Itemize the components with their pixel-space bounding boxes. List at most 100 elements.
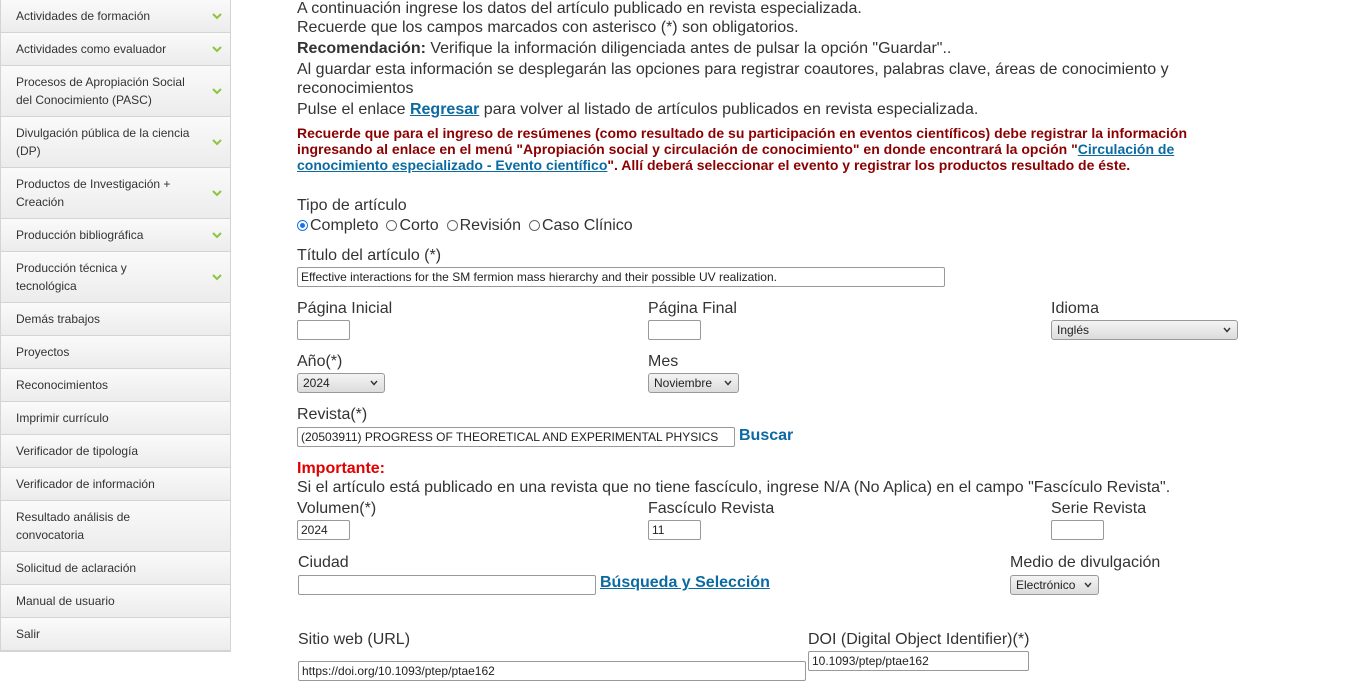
sidebar-item[interactable]: Manual de usuario: [1, 585, 230, 618]
anio-select[interactable]: 2024: [297, 373, 385, 393]
sidebar-item[interactable]: Salir: [1, 618, 230, 651]
sidebar-item[interactable]: Proyectos: [1, 336, 230, 369]
warning-text-post: ". Allí deberá seleccionar el evento y r…: [607, 157, 1131, 173]
chevron-down-icon: [212, 139, 222, 146]
regresar-link[interactable]: Regresar: [410, 101, 479, 118]
idioma-value: Inglés: [1057, 323, 1090, 337]
chevron-down-icon: [1223, 327, 1231, 333]
chevron-down-icon: [212, 274, 222, 281]
recommendation-text: Verifique la información diligenciada an…: [425, 40, 952, 57]
sidebar-item[interactable]: Producción técnica y tecnológica: [1, 252, 230, 303]
anio-label: Año(*): [297, 353, 343, 370]
sidebar-item-label: Solicitud de aclaración: [16, 561, 137, 575]
idioma-select[interactable]: Inglés: [1051, 320, 1238, 340]
radio-button[interactable]: [446, 220, 458, 231]
chevron-down-icon: [212, 190, 222, 197]
sidebar-item[interactable]: Actividades como evaluador: [1, 33, 230, 66]
sitio-web-label: Sitio web (URL): [298, 631, 411, 648]
chevron-down-icon: [1084, 582, 1092, 588]
ciudad-label: Ciudad: [298, 554, 349, 571]
sidebar-item-label: Manual de usuario: [16, 594, 115, 608]
sidebar-item-label: Actividades como evaluador: [16, 42, 167, 56]
radio-button[interactable]: [297, 220, 308, 231]
tipo-option-label: Revisión: [459, 217, 521, 234]
tipo-option[interactable]: Revisión: [446, 217, 521, 234]
chevron-down-icon: [212, 88, 222, 95]
sidebar-item[interactable]: Actividades de formación: [1, 0, 230, 33]
sidebar-item[interactable]: Productos de Investigación + Creación: [1, 168, 230, 219]
intro-line-5-pre: Pulse el enlace: [297, 101, 410, 118]
tipo-option-label: Corto: [399, 217, 439, 234]
sitio-web-input[interactable]: https://doi.org/10.1093/ptep/ptae162: [298, 661, 806, 681]
radio-button[interactable]: [386, 220, 398, 231]
busqueda-seleccion-link[interactable]: Búsqueda y Selección: [600, 574, 770, 592]
importante-text: Si el artículo está publicado en una rev…: [297, 479, 1171, 496]
tipo-option[interactable]: Completo: [297, 217, 378, 234]
sidebar-item[interactable]: Demás trabajos: [1, 303, 230, 336]
sidebar-item-label: Proyectos: [16, 345, 70, 359]
chevron-down-icon: [212, 46, 222, 53]
sidebar-item-label: Reconocimientos: [16, 378, 109, 392]
sidebar-item[interactable]: Resultado análisis de convocatoria: [1, 501, 230, 552]
revista-input[interactable]: (20503911) PROGRESS OF THEORETICAL AND E…: [297, 427, 735, 447]
sidebar-item-label: Divulgación pública de la ciencia (DP): [16, 126, 190, 158]
intro-line-2: Recuerde que los campos marcados con ast…: [297, 19, 799, 36]
sidebar-item-label: Verificador de tipología: [16, 444, 139, 458]
intro-line-5-post: para volver al listado de artículos publ…: [479, 101, 979, 118]
pagina-final-input[interactable]: [648, 320, 701, 340]
sidebar-item-label: Demás trabajos: [16, 312, 101, 326]
pagina-inicial-input[interactable]: [297, 320, 350, 340]
pagina-inicial-label: Página Inicial: [297, 300, 393, 317]
fasciculo-label: Fascículo Revista: [648, 500, 775, 517]
doi-input[interactable]: 10.1093/ptep/ptae162: [808, 651, 1029, 671]
recommendation-label: Recomendación:: [297, 40, 426, 57]
titulo-input[interactable]: Effective interactions for the SM fermio…: [297, 267, 945, 287]
fasciculo-input[interactable]: 11: [648, 520, 701, 540]
recommendation: Recomendación: Verifique la información …: [297, 39, 951, 58]
serie-input[interactable]: [1051, 520, 1104, 540]
sidebar-item-label: Imprimir currículo: [16, 411, 109, 425]
tipo-option-label: Completo: [310, 217, 379, 234]
medio-select[interactable]: Electrónico: [1010, 575, 1099, 595]
sidebar-item[interactable]: Verificador de información: [1, 468, 230, 501]
sidebar-item[interactable]: Divulgación pública de la ciencia (DP): [1, 117, 230, 168]
mes-value: Noviembre: [654, 376, 713, 390]
anio-value: 2024: [303, 376, 330, 390]
tipo-option[interactable]: Caso Clínico: [528, 217, 633, 234]
intro-line-5: Pulse el enlace Regresar para volver al …: [297, 100, 978, 119]
sidebar-item[interactable]: Solicitud de aclaración: [1, 552, 230, 585]
tipo-option[interactable]: Corto: [386, 217, 439, 234]
volumen-input[interactable]: 2024: [297, 520, 350, 540]
chevron-down-icon: [212, 13, 222, 20]
sidebar-item[interactable]: Reconocimientos: [1, 369, 230, 402]
serie-label: Serie Revista: [1051, 500, 1147, 517]
buscar-button[interactable]: Buscar: [739, 427, 793, 445]
sidebar-item-label: Verificador de información: [16, 477, 155, 491]
sidebar-item[interactable]: Producción bibliográfica: [1, 219, 230, 252]
radio-button[interactable]: [528, 220, 540, 231]
chevron-down-icon: [724, 380, 732, 386]
intro-line-4b: reconocimientos: [297, 80, 414, 97]
sidebar-item-label: Salir: [16, 627, 41, 641]
sidebar-item-label: Procesos de Apropiación Social del Conoc…: [16, 75, 185, 107]
sidebar-item[interactable]: Procesos de Apropiación Social del Conoc…: [1, 66, 230, 117]
sidebar-item[interactable]: Verificador de tipología: [1, 435, 230, 468]
chevron-down-icon: [212, 232, 222, 239]
intro-line-1: A continuación ingrese los datos del art…: [297, 0, 862, 17]
sidebar-item-label: Producción técnica y tecnológica: [16, 261, 127, 293]
sidebar-nav: Actividades de formación Actividades como…: [0, 0, 231, 652]
pagina-final-label: Página Final: [648, 300, 737, 317]
revista-label: Revista(*): [297, 406, 368, 423]
ciudad-input[interactable]: [298, 575, 596, 595]
sidebar-item[interactable]: Imprimir currículo: [1, 402, 230, 435]
sidebar-item-label: Productos de Investigación + Creación: [16, 177, 171, 209]
tipo-option-label: Caso Clínico: [541, 217, 633, 234]
sidebar-item-label: Actividades de formación: [16, 9, 151, 23]
volumen-label: Volumen(*): [297, 500, 377, 517]
chevron-down-icon: [370, 380, 378, 386]
tipo-articulo-options: Completo Corto Revisión Caso Clínico: [297, 217, 641, 235]
mes-select[interactable]: Noviembre: [648, 373, 739, 393]
titulo-label: Título del artículo (*): [297, 247, 442, 264]
medio-label: Medio de divulgación: [1010, 554, 1161, 571]
doi-label: DOI (Digital Object Identifier)(*): [808, 631, 1030, 648]
